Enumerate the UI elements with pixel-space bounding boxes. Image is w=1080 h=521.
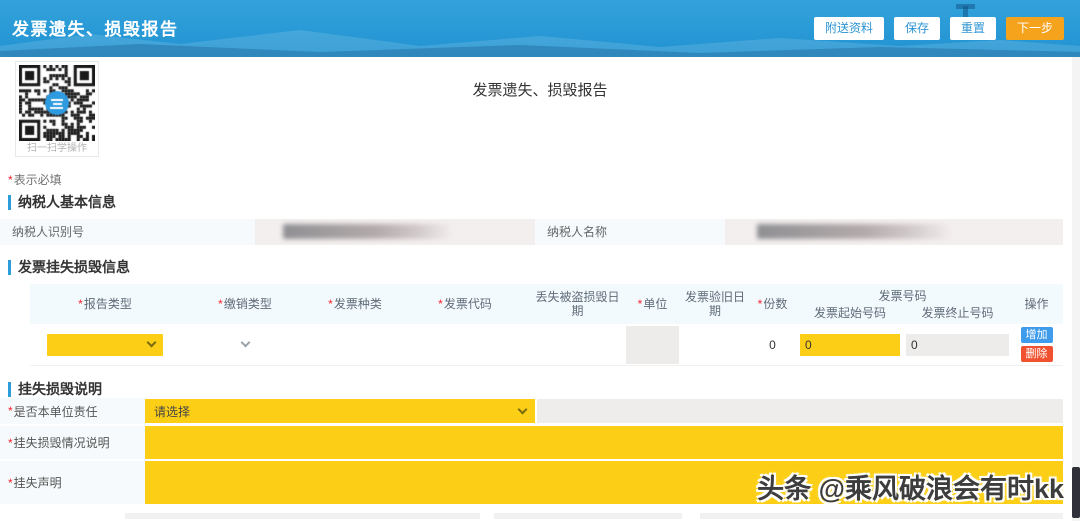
col-header-copies: * 份数 [757,297,788,311]
select-placeholder: 请选择 [154,404,191,419]
document-title: 发票遗失、损毁报告 [472,82,608,99]
loss-description-label: * 挂失损毁情况说明 [0,426,145,459]
table-row: 0 0 0 增加 删除 [30,324,1063,366]
taxpayer-name-label: 纳税人名称 [535,219,725,245]
cancel-type-select[interactable] [195,334,295,356]
col-header-verify-date: 发票验旧日期 [684,290,745,318]
section-title-loss-statement: 挂失损毁说明 [8,381,102,397]
col-header-invoice-number-group: 发票号码 发票起始号码 发票终止号码 [795,284,1010,324]
delete-row-button[interactable]: 删除 [1020,346,1053,362]
qr-code [19,65,95,141]
vertical-scrollbar-thumb[interactable] [1072,467,1080,518]
col-header-end-number: 发票终止号码 [921,305,994,320]
col-header-unit: * 单位 [637,297,668,311]
app-header: 发票遗失、损毁报告 附送资料 保存 重置 下一步 [0,0,1080,57]
col-header-start-number: 发票起始号码 [813,305,886,320]
qr-caption: 扫一扫学操作 [27,143,87,154]
chevron-down-icon [517,404,528,414]
header-actions: 附送资料 保存 重置 下一步 [813,17,1064,40]
next-row-preview [700,513,1063,519]
own-unit-responsibility-label: * 是否本单位责任 [0,398,145,424]
loss-description-textarea[interactable] [145,426,1063,459]
loss-date-cell [530,324,625,365]
blurred-value [757,224,952,239]
responsibility-extra-field-disabled [537,399,1063,423]
group-header-invoice-number: 发票号码 [878,288,927,303]
section-title-invoice-loss-info: 发票挂失损毁信息 [8,259,130,275]
report-type-select[interactable] [47,333,163,356]
own-unit-responsibility-select[interactable]: 请选择 [145,399,535,423]
section-title-taxpayer-info: 纳税人基本信息 [8,194,116,210]
col-header-loss-date: 丢失被盗损毁日期 [535,290,620,318]
chevron-down-icon [146,337,157,348]
reset-button[interactable]: 重置 [949,17,996,40]
next-row-preview [125,513,480,519]
next-step-button[interactable]: 下一步 [1005,17,1064,40]
copies-value: 0 [769,337,776,352]
page: 发票遗失、损毁报告 附送资料 保存 重置 下一步 扫一扫学操作 发票遗失、损毁报… [0,0,1080,521]
required-asterisk: * [8,173,13,187]
blurred-value [283,224,453,239]
invoice-code-cell [400,324,530,365]
col-header-invoice-code: * 发票代码 [438,297,492,311]
taxpayer-id-value [255,219,535,245]
end-number-input-disabled: 0 [906,333,1009,356]
col-header-report-type: * 报告类型 [78,297,132,311]
add-row-button[interactable]: 增加 [1020,327,1053,343]
col-header-actions: 操作 [1024,297,1049,311]
start-number-input[interactable]: 0 [800,333,900,356]
invoice-category-cell [310,324,400,365]
table-header-row: * 报告类型 * 缴销类型 * 发票种类 * 发票代码 丢失被盗损毁日期 * 单位 发票验… [30,284,1063,324]
required-note: *表示必填 [8,171,62,188]
chevron-down-icon [240,337,250,348]
next-row-preview [494,513,682,519]
vertical-scrollbar-track[interactable] [1072,57,1080,521]
invoice-loss-table: * 报告类型 * 缴销类型 * 发票种类 * 发票代码 丢失被盗损毁日期 * 单位 发票验… [30,284,1063,366]
col-header-invoice-category: * 发票种类 [328,297,382,311]
page-title-header: 发票遗失、损毁报告 [12,20,179,39]
toutiao-watermark: 头条 @乘风破浪会有时kk [757,474,1064,504]
save-button[interactable]: 保存 [893,17,940,40]
attach-materials-button[interactable]: 附送资料 [813,17,884,40]
taxpayer-name-value [725,219,1063,245]
col-header-cancel-type: * 缴销类型 [218,297,272,311]
taxpayer-id-label: 纳税人识别号 [0,219,255,245]
verify-date-cell [680,324,750,365]
unit-input-disabled [626,325,679,364]
required-note-text: 表示必填 [13,173,62,187]
loss-declaration-label: * 挂失声明 [0,461,145,504]
qr-panel: 扫一扫学操作 [15,61,99,157]
